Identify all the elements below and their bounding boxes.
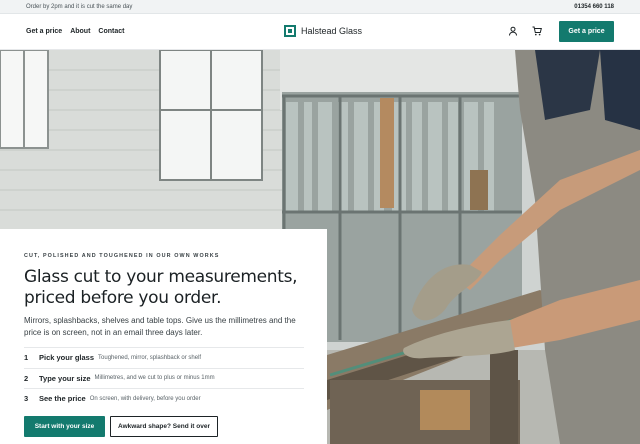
nav-about[interactable]: About — [70, 28, 90, 35]
hero-panel: CUT, POLISHED AND TOUGHENED IN OUR OWN W… — [0, 229, 327, 444]
step-item: 1 Pick your glass Toughened, mirror, spl… — [24, 347, 304, 368]
steps-list: 1 Pick your glass Toughened, mirror, spl… — [24, 347, 304, 409]
nav-contact[interactable]: Contact — [98, 28, 124, 35]
hero-actions: Start with your size Awkward shape? Send… — [24, 415, 303, 437]
send-shape-button[interactable]: Awkward shape? Send it over — [110, 415, 218, 437]
announcement-bar: Order by 2pm and it is cut the same day … — [0, 0, 640, 14]
account-icon[interactable] — [508, 26, 518, 36]
announcement-text: Order by 2pm and it is cut the same day — [26, 3, 133, 10]
brand-name: Halstead Glass — [301, 26, 363, 36]
get-price-button[interactable]: Get a price — [559, 21, 614, 42]
step-title: Type your size — [39, 373, 91, 383]
brand-logo[interactable]: Halstead Glass — [284, 25, 362, 37]
main-nav: Get a price About Contact — [26, 28, 124, 35]
logo-mark-icon — [284, 25, 296, 37]
header-icons — [508, 26, 542, 36]
step-title: See the price — [39, 394, 86, 404]
phone-number[interactable]: 01354 660 118 — [574, 4, 614, 10]
step-desc: Millimetres, and we cut to plus or minus… — [94, 375, 215, 382]
hero-section: CUT, POLISHED AND TOUGHENED IN OUR OWN W… — [0, 50, 640, 444]
nav-get-a-price[interactable]: Get a price — [26, 28, 62, 35]
step-item: 3 See the price On screen, with delivery… — [24, 388, 304, 409]
step-number: 3 — [24, 394, 29, 404]
hero-title-line-1: Glass cut to your measurements, — [24, 267, 298, 287]
start-with-size-button[interactable]: Start with your size — [24, 415, 105, 437]
hero-lead: Mirrors, splashbacks, shelves and table … — [24, 316, 296, 337]
step-title: Pick your glass — [39, 353, 95, 363]
step-desc: On screen, with delivery, before you ord… — [89, 395, 201, 402]
step-item: 2 Type your size Millimetres, and we cut… — [24, 367, 304, 389]
hero-eyebrow: CUT, POLISHED AND TOUGHENED IN OUR OWN W… — [24, 253, 220, 259]
hero-title: Glass cut to your measurements, priced b… — [24, 267, 303, 309]
cart-icon[interactable] — [532, 26, 542, 36]
site-header: Get a price About Contact Halstead Glass… — [0, 14, 640, 50]
step-number: 2 — [24, 373, 29, 383]
step-desc: Toughened, mirror, splashback or shelf — [98, 354, 202, 361]
step-number: 1 — [24, 353, 29, 363]
hero-title-line-2: priced before you order. — [24, 288, 222, 308]
